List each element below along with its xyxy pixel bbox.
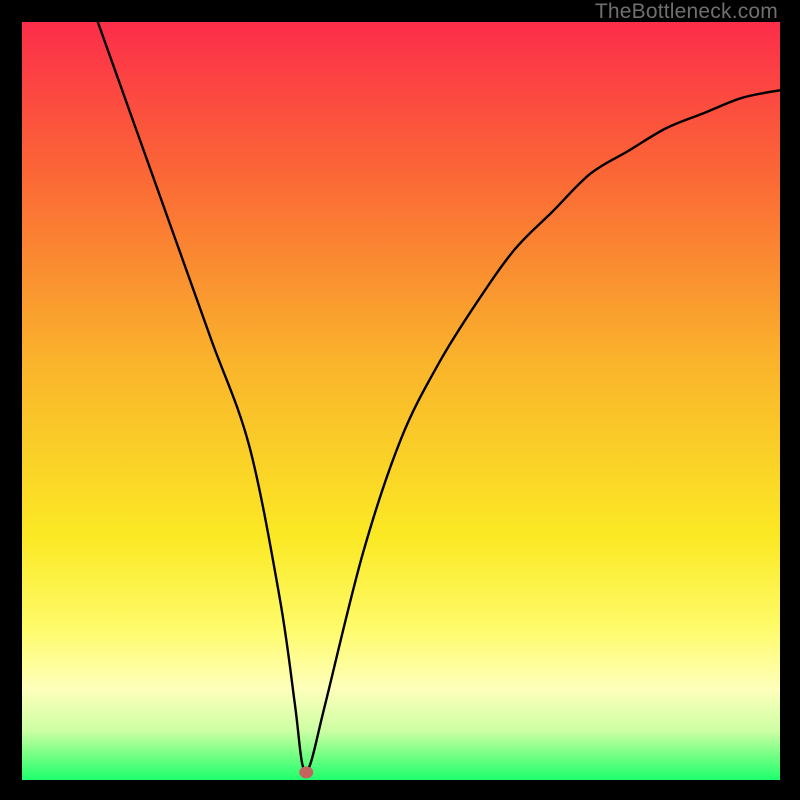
chart-svg: [22, 22, 780, 780]
chart-frame: TheBottleneck.com: [0, 0, 800, 800]
optimal-point-marker: [299, 766, 313, 778]
plot-area: [22, 22, 780, 780]
watermark-text: TheBottleneck.com: [595, 0, 778, 24]
gradient-background: [22, 22, 780, 780]
